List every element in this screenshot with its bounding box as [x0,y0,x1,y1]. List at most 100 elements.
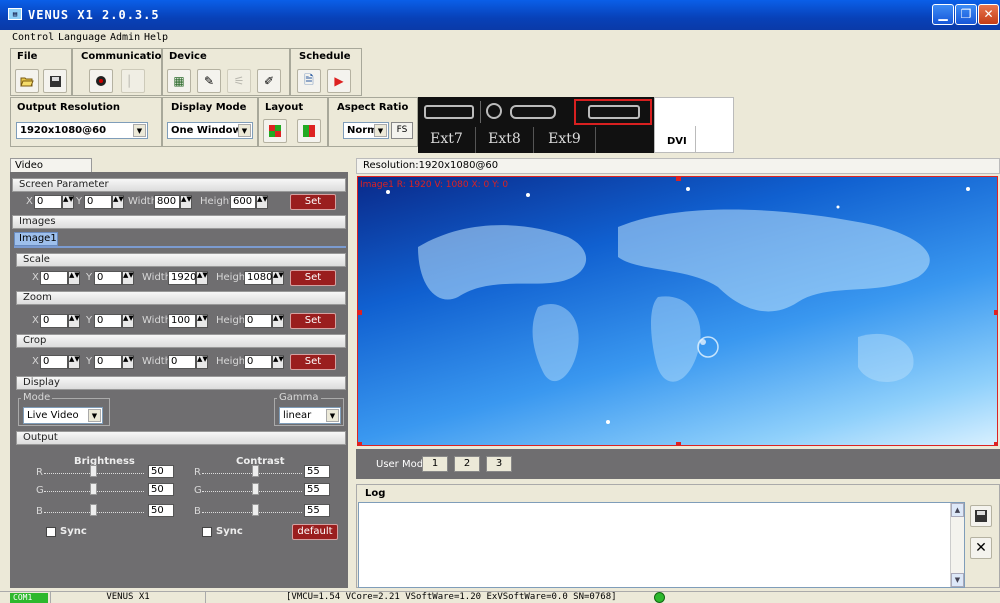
spinner-icon[interactable]: ▲▼ [62,195,74,209]
spinner-icon[interactable]: ▲▼ [196,355,208,369]
aspect-ratio-select[interactable]: Normal ▼ [343,122,389,139]
close-button[interactable]: ✕ [978,4,999,25]
connect-button[interactable] [89,69,113,93]
mode-select[interactable]: Live Video ▼ [23,407,103,424]
minimize-button[interactable]: ▁ [932,4,954,25]
spinner-icon[interactable]: ▲▼ [68,355,80,369]
contrast-r-slider[interactable] [202,465,302,477]
brightness-r-slider[interactable] [44,465,144,477]
default-button[interactable]: default [292,524,338,540]
scroll-up-icon[interactable]: ▲ [951,503,964,517]
spinner-icon[interactable]: ▲▼ [256,195,268,209]
crop-width-input[interactable]: 0 [168,355,196,369]
brightness-g-slider[interactable] [44,483,144,495]
spinner-icon[interactable]: ▲▼ [180,195,192,209]
brightness-sync-checkbox[interactable] [46,527,56,537]
tab-image1[interactable]: Image1 [14,232,58,246]
menu-help[interactable]: Help [144,32,168,43]
resize-handle[interactable] [358,310,362,315]
spinner-icon[interactable]: ▲▼ [196,271,208,285]
resize-handle[interactable] [994,310,997,315]
schedule-play-button[interactable]: ▶ [327,69,351,93]
ext7-input[interactable]: Ext7 [418,127,476,153]
open-folder-button[interactable] [15,69,39,93]
menu-language[interactable]: Language [58,32,106,43]
brightness-b-slider[interactable] [44,504,144,516]
disconnect-button[interactable]: ▏ [121,69,145,93]
spinner-icon[interactable]: ▲▼ [112,195,124,209]
screen-y-input[interactable]: 0 [84,195,112,209]
scale-y-input[interactable]: 0 [94,271,122,285]
display-mode-select[interactable]: One Window ▼ [167,122,253,139]
device-tool-button[interactable]: ⚟ [227,69,251,93]
contrast-g-slider[interactable] [202,483,302,495]
resize-handle[interactable] [676,442,681,445]
layout-split-button[interactable] [297,119,321,143]
vga-port-icon[interactable] [510,105,556,119]
spinner-icon[interactable]: ▲▼ [122,355,134,369]
spinner-icon[interactable]: ▲▼ [122,271,134,285]
fs-button[interactable]: FS [391,122,413,139]
device-config-button[interactable]: ▦ [167,69,191,93]
schedule-document-button[interactable]: 🗎 [297,69,321,93]
brightness-r-value[interactable]: 50 [148,465,174,478]
audio-port-icon[interactable] [486,103,502,119]
ext8-input[interactable]: Ext8 [476,127,534,153]
resize-handle[interactable] [994,442,997,445]
layout-quad-button[interactable] [263,119,287,143]
scale-width-input[interactable]: 1920 [168,271,196,285]
scale-x-input[interactable]: 0 [40,271,68,285]
dvi-port-selected[interactable] [574,99,652,125]
menu-admin[interactable]: Admin [110,32,140,43]
screen-set-button[interactable]: Set [290,194,336,210]
contrast-b-slider[interactable] [202,504,302,516]
user-mode-3-button[interactable]: 3 [486,456,512,472]
spinner-icon[interactable]: ▲▼ [272,314,284,328]
save-log-button[interactable] [970,505,992,527]
zoom-width-input[interactable]: 100 [168,314,196,328]
resize-handle[interactable] [676,177,681,181]
preview-canvas[interactable]: Image1 R: 1920 V: 1080 X: 0 Y: 0 [357,176,998,446]
contrast-r-value[interactable]: 55 [304,465,330,478]
spinner-icon[interactable]: ▲▼ [122,314,134,328]
crop-y-input[interactable]: 0 [94,355,122,369]
screen-width-input[interactable]: 800 [154,195,180,209]
gamma-select[interactable]: linear ▼ [279,407,341,424]
user-mode-2-button[interactable]: 2 [454,456,480,472]
zoom-set-button[interactable]: Set [290,313,336,329]
spinner-icon[interactable]: ▲▼ [196,314,208,328]
zoom-height-input[interactable]: 0 [244,314,272,328]
spinner-icon[interactable]: ▲▼ [272,355,284,369]
save-file-button[interactable] [43,69,67,93]
crop-x-input[interactable]: 0 [40,355,68,369]
log-scrollbar[interactable]: ▲ ▼ [950,503,964,587]
hdmi-port-icon[interactable] [424,105,474,119]
ext9-input[interactable]: Ext9 [534,127,596,153]
contrast-b-value[interactable]: 55 [304,504,330,517]
clear-log-button[interactable]: ✕ [970,537,992,559]
brightness-b-value[interactable]: 50 [148,504,174,517]
spinner-icon[interactable]: ▲▼ [272,271,284,285]
menu-control[interactable]: Control [12,32,54,43]
resize-handle[interactable] [358,442,362,445]
contrast-g-value[interactable]: 55 [304,483,330,496]
crop-height-input[interactable]: 0 [244,355,272,369]
scale-set-button[interactable]: Set [290,270,336,286]
crop-set-button[interactable]: Set [290,354,336,370]
spinner-icon[interactable]: ▲▼ [68,271,80,285]
output-resolution-select[interactable]: 1920x1080@60 ▼ [16,122,148,139]
maximize-button[interactable]: ❐ [955,4,977,25]
zoom-x-input[interactable]: 0 [40,314,68,328]
brightness-g-value[interactable]: 50 [148,483,174,496]
tab-video-processor[interactable]: Video Processor [10,158,92,184]
scale-height-input[interactable]: 1080 [244,271,272,285]
device-marker-button[interactable]: ✐ [257,69,281,93]
screen-x-input[interactable]: 0 [34,195,62,209]
zoom-y-input[interactable]: 0 [94,314,122,328]
log-textarea[interactable]: ▲ ▼ [358,502,965,588]
scroll-down-icon[interactable]: ▼ [951,573,964,587]
user-mode-1-button[interactable]: 1 [422,456,448,472]
device-edit-button[interactable]: ✎ [197,69,221,93]
screen-height-input[interactable]: 600 [230,195,256,209]
spinner-icon[interactable]: ▲▼ [68,314,80,328]
